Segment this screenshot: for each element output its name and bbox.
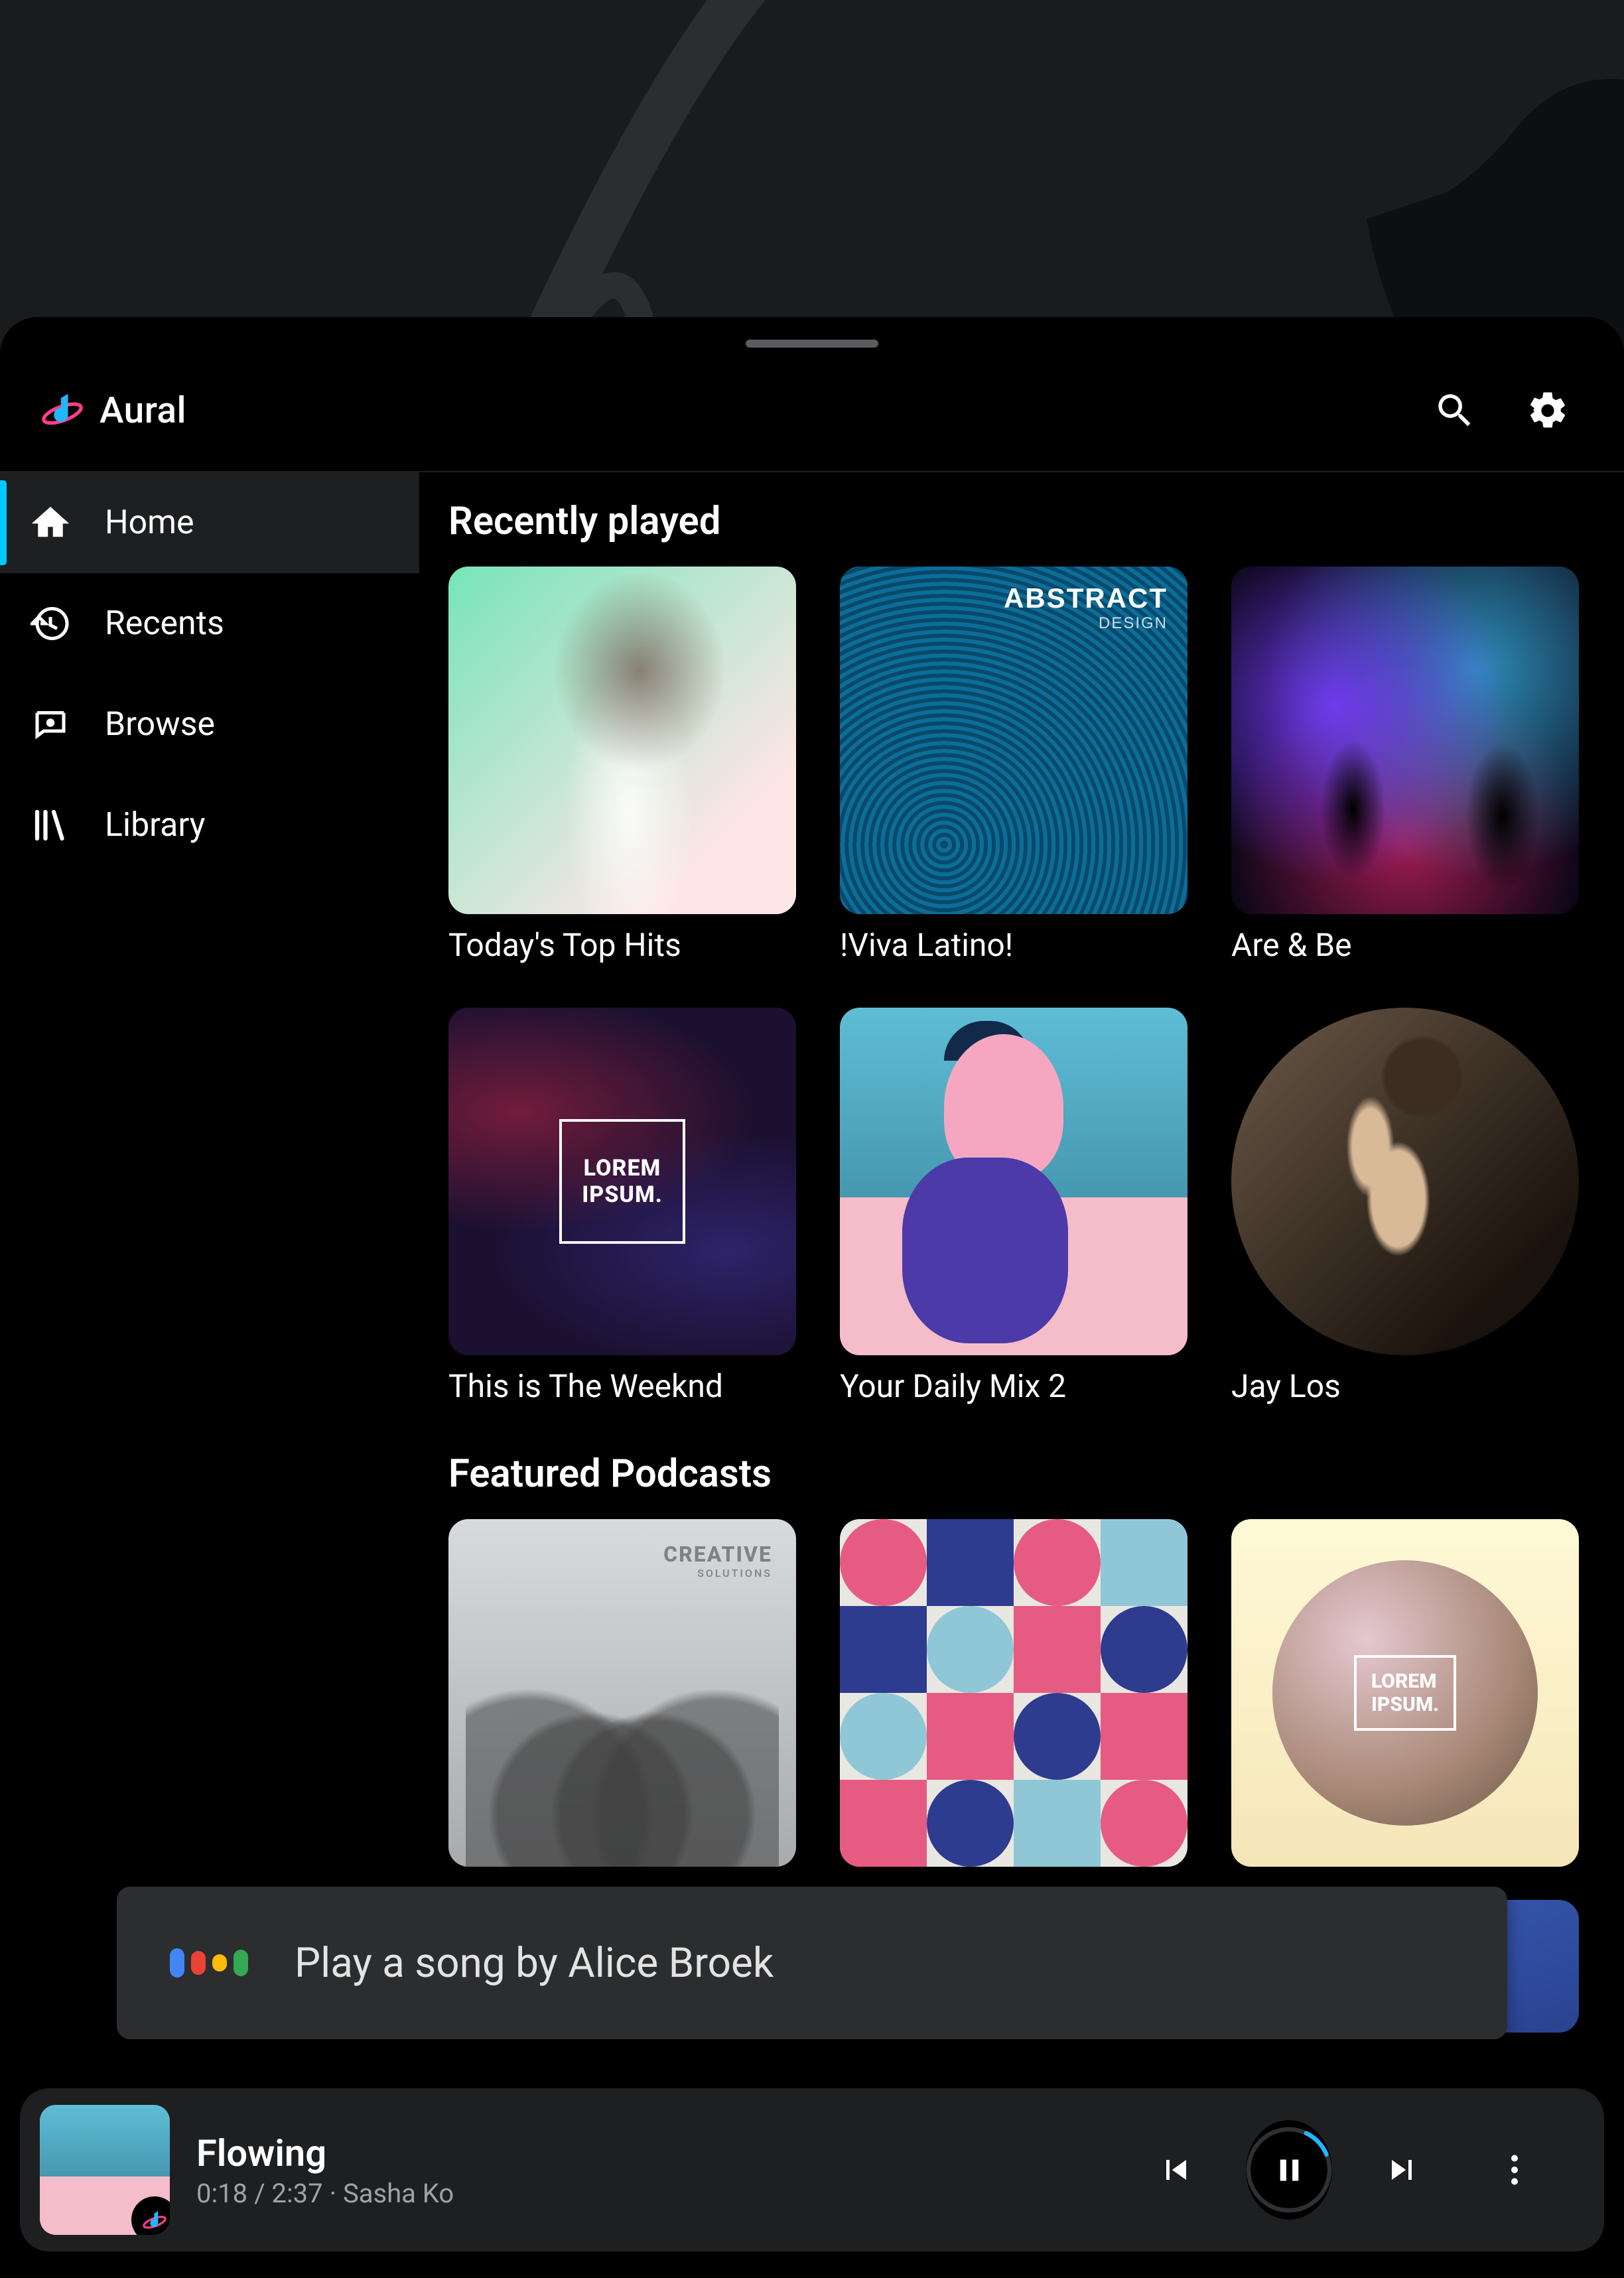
assistant-icon [170, 1948, 248, 1977]
playlist-tile[interactable]: Your Daily Mix 2 [840, 1008, 1187, 1405]
cover-art: CREATIVE SOLUTIONS [448, 1519, 796, 1867]
settings-button[interactable] [1511, 374, 1584, 447]
cover-art: ABSTRACT DESIGN [840, 567, 1187, 914]
cover-art [1231, 567, 1579, 914]
tile-label: Your Daily Mix 2 [840, 1367, 1187, 1405]
play-pause-button[interactable] [1246, 2127, 1332, 2213]
playlist-tile[interactable]: LOREM IPSUM. This is The Weeknd [448, 1008, 796, 1405]
app-logo-icon [40, 387, 85, 435]
tile-label: This is The Weeknd [448, 1367, 796, 1405]
history-icon [29, 602, 72, 645]
tile-label: Are & Be [1231, 926, 1579, 964]
podcast-tile[interactable]: LOREM IPSUM. [1231, 1519, 1579, 1867]
cover-art: LOREM IPSUM. [1231, 1519, 1579, 1867]
playlist-tile[interactable]: ABSTRACT DESIGN !Viva Latino! [840, 567, 1187, 964]
nav-item-library[interactable]: Library [0, 775, 419, 876]
search-button[interactable] [1418, 374, 1491, 447]
podcast-tile[interactable] [840, 1519, 1187, 1867]
tile-label: Jay Los [1231, 1367, 1579, 1405]
now-playing-info[interactable]: Flowing 0:18 / 2:37 · Sasha Ko [196, 2131, 454, 2209]
featured-podcasts-grid: CREATIVE SOLUTIONS [448, 1519, 1595, 1867]
app-title: Aural [100, 389, 186, 432]
nav-item-recents[interactable]: Recents [0, 573, 419, 674]
home-icon [29, 502, 72, 544]
cover-overlay-text: LOREM [1371, 1670, 1437, 1693]
nav-item-home[interactable]: Home [0, 472, 419, 573]
cover-art [840, 1008, 1187, 1355]
now-playing-art[interactable] [40, 2105, 170, 2235]
cover-overlay-text: SOLUTIONS [663, 1567, 772, 1579]
section-title-featured-podcasts: Featured Podcasts [448, 1451, 1595, 1497]
now-playing-subtitle: 0:18 / 2:37 · Sasha Ko [196, 2178, 454, 2209]
now-playing-title: Flowing [196, 2131, 454, 2175]
section-title-recently-played: Recently played [448, 499, 1595, 544]
more-vert-icon [1495, 2150, 1534, 2190]
more-options-button[interactable] [1471, 2127, 1558, 2213]
cover-overlay-text: LOREM [584, 1155, 661, 1181]
cover-art [448, 567, 796, 914]
nav-label: Library [105, 806, 205, 844]
previous-track-button[interactable] [1133, 2127, 1219, 2213]
cover-overlay-text: DESIGN [1004, 614, 1168, 633]
cover-art: LOREM IPSUM. [448, 1008, 796, 1355]
assistant-overlay[interactable]: Play a song by Alice Broek [117, 1887, 1507, 2039]
nav-item-browse[interactable]: Browse [0, 674, 419, 775]
drag-handle[interactable] [746, 340, 878, 348]
tile-label: !Viva Latino! [840, 926, 1187, 964]
cover-art [840, 1519, 1187, 1867]
podcast-tile[interactable]: CREATIVE SOLUTIONS [448, 1519, 796, 1867]
assistant-text: Play a song by Alice Broek [295, 1939, 774, 1987]
search-icon [1433, 389, 1477, 433]
artist-tile[interactable]: Jay Los [1231, 1008, 1579, 1405]
playlist-tile[interactable]: Are & Be [1231, 567, 1579, 964]
library-icon [29, 804, 72, 846]
playlist-tile[interactable]: Today's Top Hits [448, 567, 796, 964]
nav-label: Home [105, 503, 194, 542]
cover-overlay-text: CREATIVE [663, 1542, 772, 1567]
gear-icon [1526, 389, 1570, 433]
app-logo[interactable]: Aural [40, 387, 186, 435]
skip-next-icon [1382, 2150, 1422, 2190]
cover-overlay-text: ABSTRACT [1004, 582, 1168, 614]
tile-label: Today's Top Hits [448, 926, 796, 964]
ambient-background [0, 0, 1624, 371]
skip-previous-icon [1156, 2150, 1196, 2190]
cover-overlay-text: IPSUM. [1371, 1693, 1439, 1716]
nav-label: Recents [105, 604, 224, 643]
nav-label: Browse [105, 705, 215, 744]
header: Aural [0, 348, 1624, 471]
recently-played-grid: Today's Top Hits ABSTRACT DESIGN !Viva L… [448, 567, 1595, 1405]
next-track-button[interactable] [1359, 2127, 1445, 2213]
cover-art [1231, 1008, 1579, 1355]
browse-icon [29, 703, 72, 746]
progress-ring [1246, 2120, 1332, 2220]
cover-overlay-text: IPSUM. [582, 1181, 663, 1208]
now-playing-bar[interactable]: Flowing 0:18 / 2:37 · Sasha Ko [20, 2088, 1604, 2251]
